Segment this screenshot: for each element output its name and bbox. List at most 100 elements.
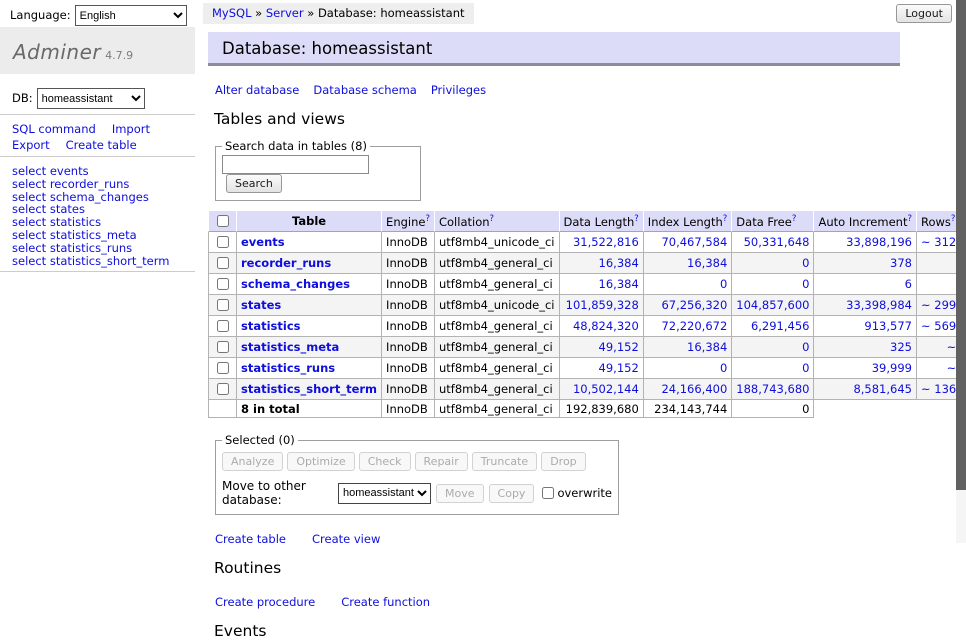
scrollbar-thumb[interactable]: [956, 0, 966, 490]
table-link[interactable]: statistics_meta: [241, 340, 339, 354]
value-link[interactable]: 31,522,816: [564, 235, 639, 249]
page-scrollbar[interactable]: [956, 0, 966, 543]
help-icon[interactable]: ?: [425, 214, 430, 224]
table-link[interactable]: events: [241, 235, 285, 249]
sidebar-action-export[interactable]: Export: [12, 138, 50, 153]
analyze-button[interactable]: Analyze: [222, 452, 283, 471]
value-link[interactable]: 16,384: [564, 256, 639, 270]
row-checkbox[interactable]: [217, 320, 229, 332]
value-link[interactable]: 325: [818, 340, 912, 354]
value-link[interactable]: 0: [736, 277, 809, 291]
table-link[interactable]: statistics_runs: [241, 361, 335, 375]
value-link[interactable]: 913,577: [818, 319, 912, 333]
row-checkbox[interactable]: [217, 278, 229, 290]
sidebar-action-import[interactable]: Import: [112, 122, 150, 137]
totals-index-length: 234,143,744: [644, 400, 733, 418]
value-link[interactable]: 16,384: [648, 340, 728, 354]
nav-alter-database[interactable]: Alter database: [215, 83, 299, 97]
value-link[interactable]: 10,502,144: [564, 382, 639, 396]
select-all-checkbox[interactable]: [217, 215, 229, 227]
repair-button[interactable]: Repair: [415, 452, 468, 471]
copy-button[interactable]: Copy: [489, 484, 535, 503]
help-icon[interactable]: ?: [907, 214, 912, 224]
sidebar-action-create-table[interactable]: Create table: [66, 138, 137, 153]
value-link[interactable]: 0: [648, 361, 728, 375]
help-icon[interactable]: ?: [490, 214, 495, 224]
logout-button[interactable]: Logout: [896, 4, 952, 23]
value-link[interactable]: 49,152: [564, 361, 639, 375]
help-icon[interactable]: ?: [634, 214, 639, 224]
value-link[interactable]: 49,152: [564, 340, 639, 354]
link-create-view[interactable]: Create view: [312, 532, 380, 546]
value-link[interactable]: 50,331,648: [736, 235, 809, 249]
value-link[interactable]: 0: [736, 340, 809, 354]
cell-data_free: 50,331,648: [732, 232, 814, 253]
value-link[interactable]: 33,398,984: [818, 298, 912, 312]
value-link[interactable]: 0: [648, 277, 728, 291]
row-checkbox[interactable]: [217, 362, 229, 374]
sidebar-select-statistics-runs[interactable]: select statistics_runs: [12, 242, 195, 255]
db-select[interactable]: homeassistant: [37, 88, 145, 109]
value-link[interactable]: 16,384: [648, 256, 728, 270]
cell-name: statistics: [237, 316, 382, 337]
truncate-button[interactable]: Truncate: [472, 452, 537, 471]
optimize-button[interactable]: Optimize: [287, 452, 354, 471]
table-link[interactable]: recorder_runs: [241, 256, 331, 270]
nav-database-schema[interactable]: Database schema: [313, 83, 416, 97]
value-link[interactable]: 188,743,680: [736, 382, 809, 396]
nav-privileges[interactable]: Privileges: [431, 83, 486, 97]
value-link[interactable]: 72,220,672: [648, 319, 728, 333]
cell-data_free: 104,857,600: [732, 295, 814, 316]
value-link[interactable]: 16,384: [564, 277, 639, 291]
table-link[interactable]: statistics_short_term: [241, 382, 377, 396]
table-link[interactable]: states: [241, 298, 281, 312]
row-checkbox[interactable]: [217, 383, 229, 395]
check-button[interactable]: Check: [359, 452, 411, 471]
language-select[interactable]: English: [75, 5, 187, 26]
breadcrumb-item-mysql[interactable]: MySQL: [212, 6, 252, 20]
help-icon[interactable]: ?: [723, 214, 728, 224]
value-link[interactable]: 67,256,320: [648, 298, 728, 312]
sidebar-action-sql-command[interactable]: SQL command: [12, 122, 96, 137]
link-create-procedure[interactable]: Create procedure: [215, 595, 315, 609]
row-checkbox[interactable]: [217, 299, 229, 311]
overwrite-checkbox[interactable]: [542, 487, 554, 499]
table-link[interactable]: schema_changes: [241, 277, 350, 291]
value-link[interactable]: 0: [736, 256, 809, 270]
value-link[interactable]: 6: [818, 277, 912, 291]
table-row: statisticsInnoDButf8mb4_general_ci48,824…: [208, 316, 966, 337]
breadcrumb-item-server[interactable]: Server: [266, 6, 304, 20]
value-link[interactable]: 8,581,645: [818, 382, 912, 396]
value-link[interactable]: 24,166,400: [648, 382, 728, 396]
sidebar-select-recorder-runs[interactable]: select recorder_runs: [12, 178, 195, 191]
row-checkbox[interactable]: [217, 341, 229, 353]
move-button[interactable]: Move: [436, 484, 484, 503]
drop-button[interactable]: Drop: [541, 452, 585, 471]
link-create-function[interactable]: Create function: [341, 595, 430, 609]
value-link[interactable]: 378: [818, 256, 912, 270]
link-create-table[interactable]: Create table: [215, 532, 286, 546]
value-link[interactable]: 104,857,600: [736, 298, 809, 312]
help-icon[interactable]: ?: [951, 214, 956, 224]
row-checkbox[interactable]: [217, 257, 229, 269]
value-link[interactable]: 6,291,456: [736, 319, 809, 333]
sidebar-select-statistics-short-term[interactable]: select statistics_short_term: [12, 255, 195, 268]
table-link[interactable]: statistics: [241, 319, 301, 333]
table-row: eventsInnoDButf8mb4_unicode_ci31,522,816…: [208, 232, 966, 253]
value-link[interactable]: 33,898,196: [818, 235, 912, 249]
value-link[interactable]: 48,824,320: [564, 319, 639, 333]
sidebar-select-statistics-meta[interactable]: select statistics_meta: [12, 229, 195, 242]
value-link[interactable]: 101,859,328: [564, 298, 639, 312]
value-link[interactable]: 70,467,584: [648, 235, 728, 249]
help-icon[interactable]: ?: [792, 214, 797, 224]
row-checkbox[interactable]: [217, 236, 229, 248]
sidebar-select-events[interactable]: select events: [12, 165, 195, 178]
move-db-select[interactable]: homeassistant: [338, 483, 431, 504]
search-button[interactable]: Search: [226, 174, 282, 193]
breadcrumb-separator: »: [252, 6, 266, 20]
search-input[interactable]: [222, 155, 369, 174]
cell-index_length: 0: [644, 274, 733, 295]
value-link[interactable]: 0: [736, 361, 809, 375]
value-link[interactable]: 39,999: [818, 361, 912, 375]
cell-index_length: 16,384: [644, 337, 733, 358]
